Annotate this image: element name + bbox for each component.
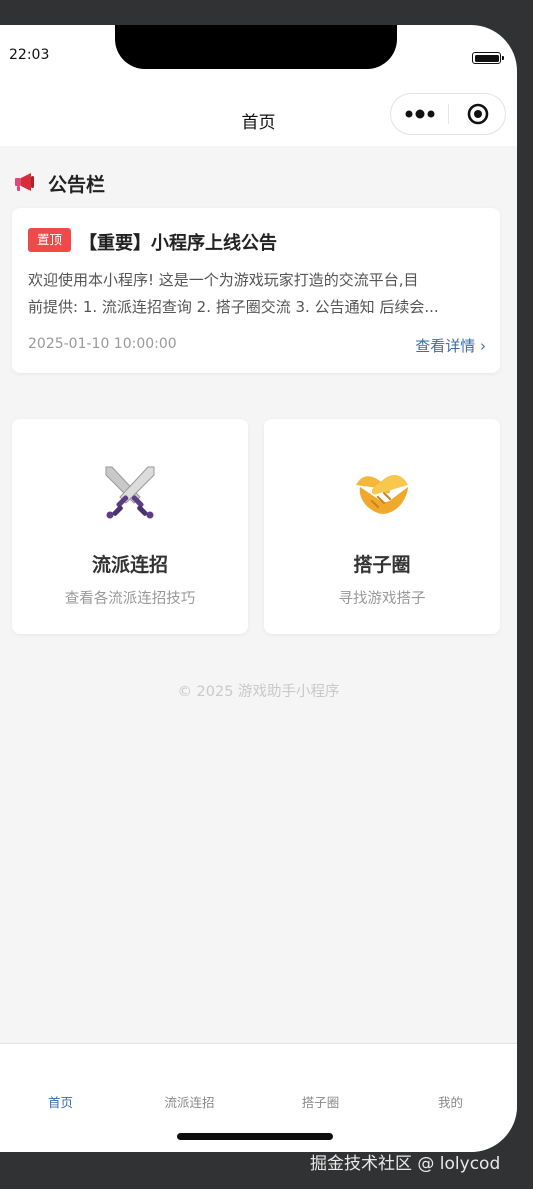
feature-card-partners[interactable]: 搭子圈 寻找游戏搭子 xyxy=(264,419,500,634)
handshake-icon xyxy=(356,475,408,514)
copyright-text: © 2025 游戏助手小程序 xyxy=(177,684,340,700)
tab-partners[interactable]: 搭子圈 xyxy=(256,1092,385,1111)
phone-screen: 22:03 首页 公告栏 置顶 【重要】小程序上线公告 欢迎使用本小程序! 这是… xyxy=(0,25,517,1152)
feature-title: 流派连招 xyxy=(91,554,168,576)
camera-notch xyxy=(115,25,397,69)
announcement-card[interactable]: 置顶 【重要】小程序上线公告 欢迎使用本小程序! 这是一个为游戏玩家打造的交流平… xyxy=(12,208,500,373)
capsule-divider xyxy=(448,104,449,124)
announcement-title: 【重要】小程序上线公告 xyxy=(79,233,277,254)
main-content: 公告栏 置顶 【重要】小程序上线公告 欢迎使用本小程序! 这是一个为游戏玩家打造… xyxy=(0,146,517,1043)
home-indicator xyxy=(177,1133,333,1140)
watermark: 掘金技术社区 @ lolycod xyxy=(310,1154,501,1174)
announcement-section-title: 公告栏 xyxy=(48,174,106,196)
battery-icon xyxy=(472,52,504,64)
feature-description: 寻找游戏搭子 xyxy=(338,591,426,607)
close-target-icon[interactable] xyxy=(467,103,489,125)
more-icon[interactable] xyxy=(405,107,437,121)
megaphone-icon xyxy=(15,173,34,191)
tab-home[interactable]: 首页 xyxy=(0,1092,125,1111)
feature-title: 搭子圈 xyxy=(353,554,411,576)
menu-capsule xyxy=(390,93,506,135)
announcement-body-line: 欢迎使用本小程序! 这是一个为游戏玩家打造的交流平台,目 xyxy=(28,271,419,289)
tab-combos[interactable]: 流派连招 xyxy=(125,1092,254,1111)
pinned-badge: 置顶 xyxy=(28,228,71,252)
announcement-date: 2025-01-10 10:00:00 xyxy=(28,336,177,352)
feature-description: 查看各流派连招技巧 xyxy=(64,591,196,607)
tab-mine[interactable]: 我的 xyxy=(386,1092,515,1111)
crossed-swords-icon xyxy=(105,466,155,519)
feature-card-combos[interactable]: 流派连招 查看各流派连招技巧 xyxy=(12,419,248,634)
announcement-body: 欢迎使用本小程序! 这是一个为游戏玩家打造的交流平台,目 前提供: 1. 流派连… xyxy=(28,267,486,321)
view-details-link[interactable]: 查看详情 › xyxy=(415,335,486,356)
navigation-bar: 首页 xyxy=(0,81,517,146)
status-time: 22:03 xyxy=(9,47,50,63)
announcement-body-line: 前提供: 1. 流派连招查询 2. 搭子圈交流 3. 公告通知 后续会... xyxy=(28,298,439,316)
